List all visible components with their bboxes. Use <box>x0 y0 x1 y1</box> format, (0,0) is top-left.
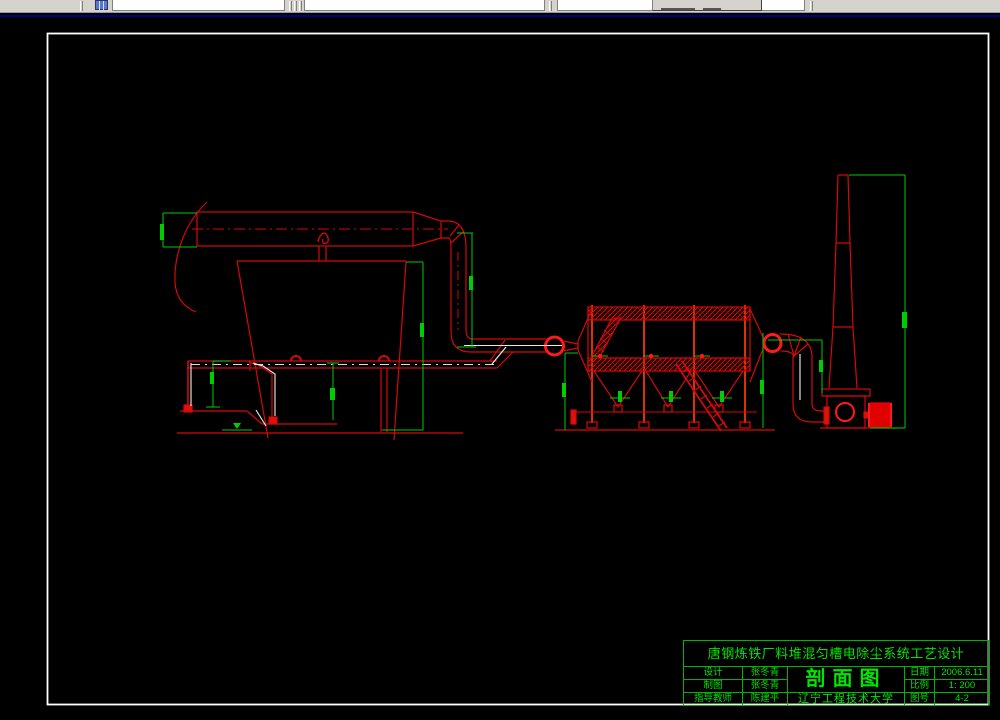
esp-group <box>555 305 783 432</box>
cad-application-window: { "title_block": { "project_title": "唐钢炼… <box>0 0 1000 720</box>
drawing-title: 剖面图 <box>788 667 905 693</box>
fan-chimney-group <box>779 174 897 429</box>
advisor-label: 指导教师 <box>684 693 743 706</box>
number-value: 4-2 <box>955 693 969 704</box>
centerlines <box>191 228 562 365</box>
mixing-trough-group <box>174 201 579 441</box>
advisor-value: 陈建平 <box>743 693 788 706</box>
project-title: 唐钢炼铁厂料堆混匀槽电除尘系统工艺设计 <box>684 641 988 667</box>
design-value: 张冬青 <box>743 667 788 680</box>
fan-housing <box>826 395 866 429</box>
distribution-plate <box>591 317 623 357</box>
title-block: 唐钢炼铁厂料堆混匀槽电除尘系统工艺设计 设计 张冬青 剖面图 日期 2006.6… <box>683 640 989 706</box>
scale-value: 1: 200 <box>935 680 989 693</box>
selected-polyline[interactable] <box>190 346 507 427</box>
design-label: 设计 <box>684 667 743 680</box>
outlet-joint-circle <box>762 333 783 353</box>
drawing-canvas[interactable] <box>0 0 1000 720</box>
organization: 辽宁工程技术大学 <box>788 693 905 706</box>
date-value: 2006.6.11 <box>935 667 989 680</box>
chimney <box>828 174 858 389</box>
date-label: 日期 <box>905 667 935 680</box>
esp-outlet-cone <box>749 308 764 383</box>
draft-label: 制图 <box>684 680 743 693</box>
fan-motor <box>868 402 892 428</box>
esp-mid-beam <box>587 357 751 372</box>
number-label: 图号 <box>905 693 935 706</box>
draft-value: 张冬青 <box>743 680 788 693</box>
chimney-flange <box>821 388 871 397</box>
scale-label: 比例 <box>905 680 935 693</box>
pile-curve <box>174 201 208 313</box>
